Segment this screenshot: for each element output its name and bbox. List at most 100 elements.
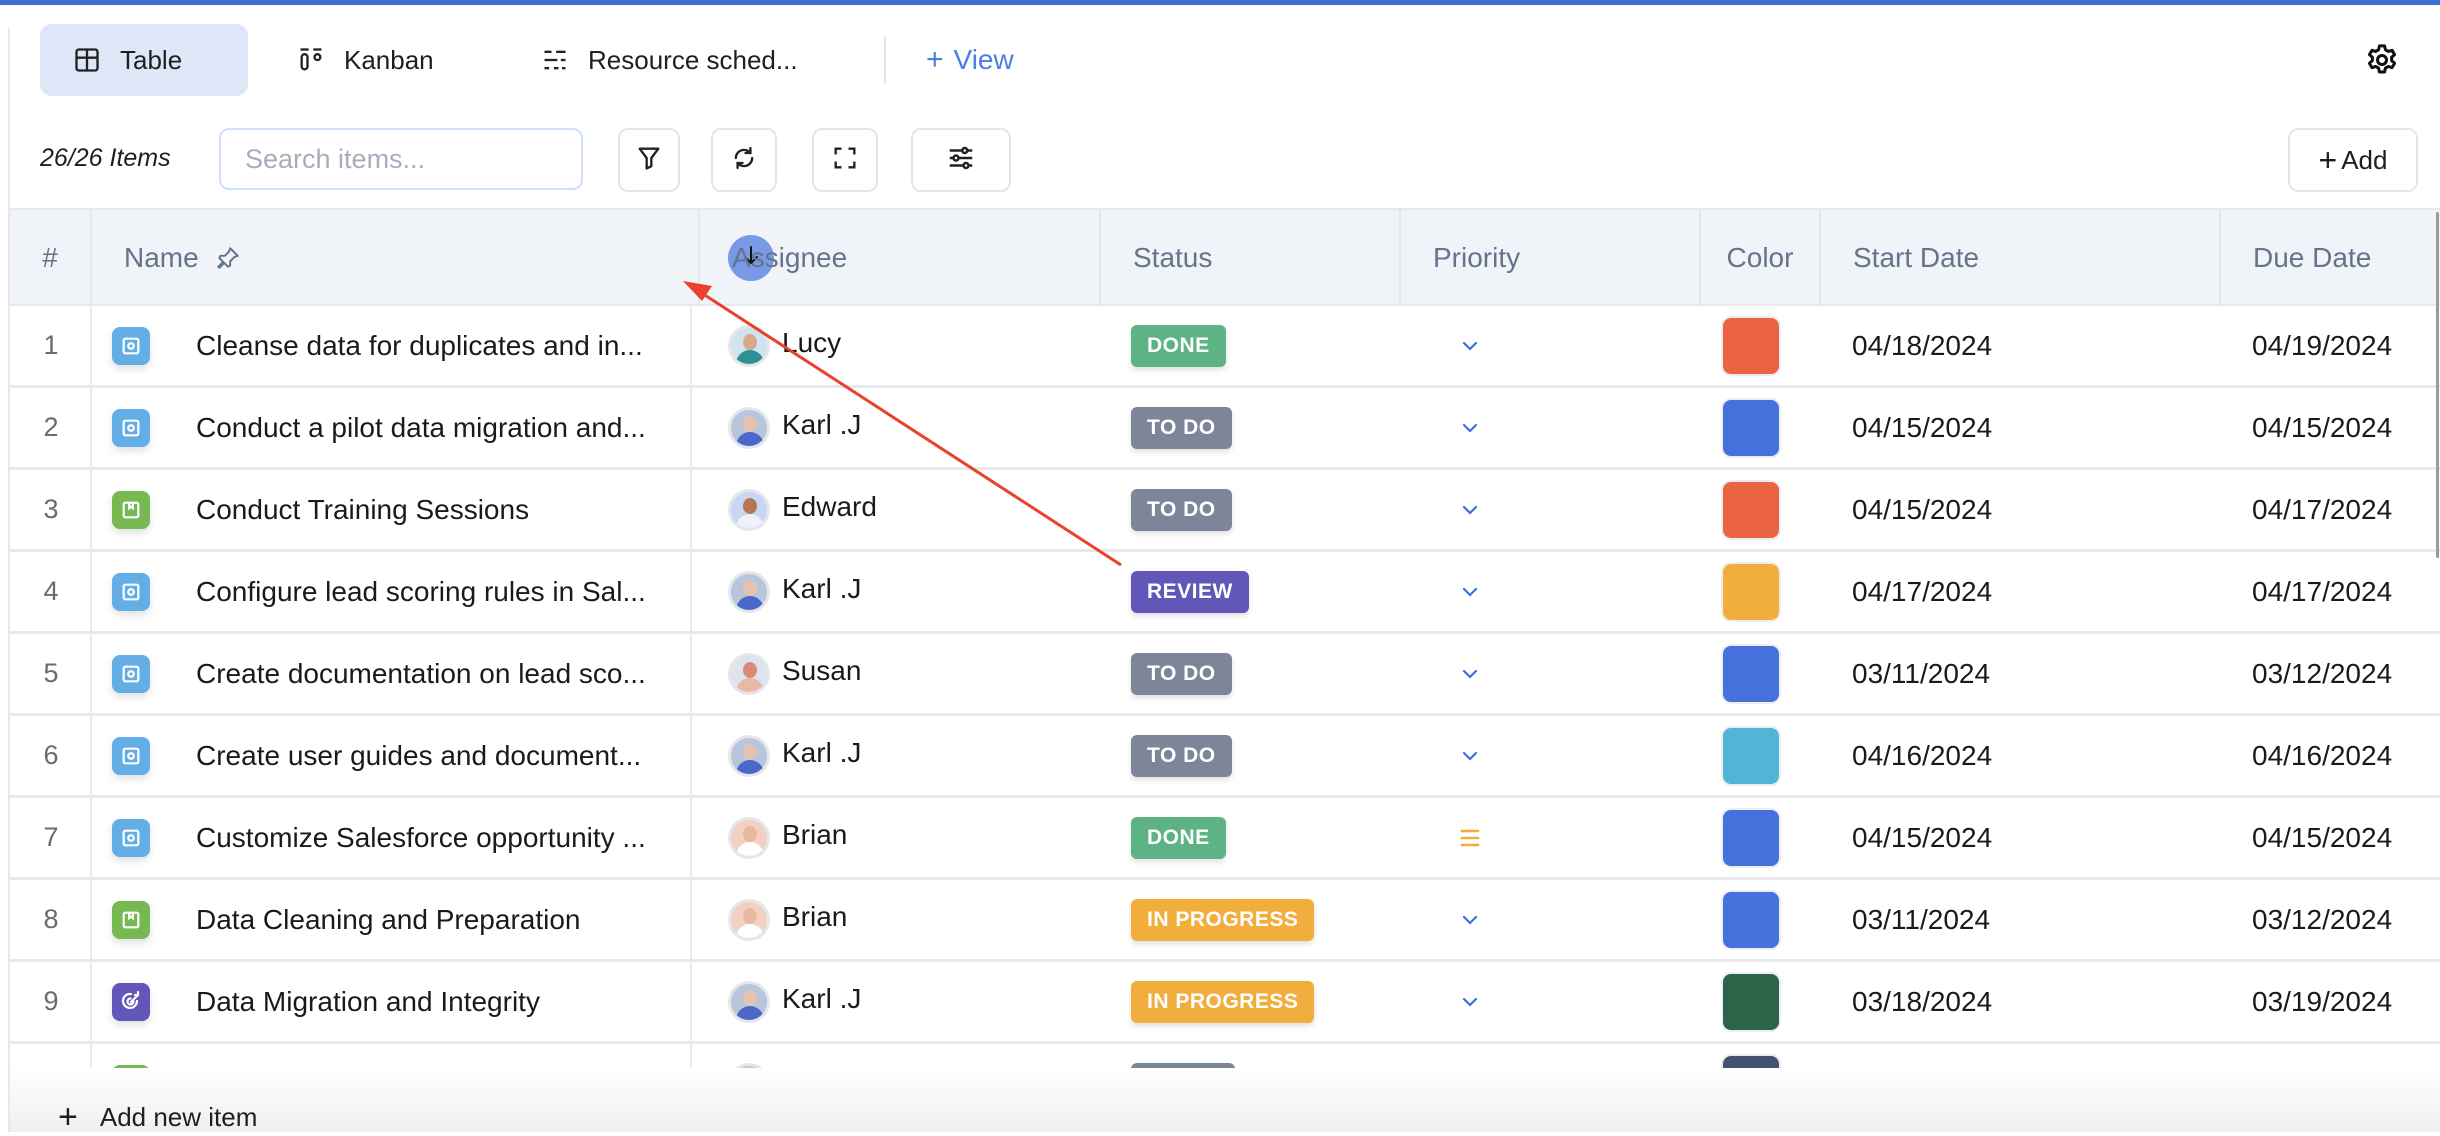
- table-row[interactable]: 9 Data Migration and Integrity Karl .J IN P…: [10, 962, 2440, 1044]
- table-row[interactable]: 2 Conduct a pilot data migration and... Ka…: [10, 388, 2440, 470]
- start-date[interactable]: 04/15/2024: [1852, 470, 2152, 549]
- due-date[interactable]: 03/19/2024: [2252, 962, 2440, 1041]
- filter-button[interactable]: [618, 128, 680, 192]
- color-swatch[interactable]: [1721, 479, 1781, 540]
- priority-cell[interactable]: [1430, 634, 1510, 713]
- item-name-cell[interactable]: Configure lead scoring rules in Sal...: [112, 552, 692, 631]
- add-new-item-button[interactable]: + Add new item: [58, 1100, 257, 1134]
- status-badge[interactable]: TO DO: [1131, 734, 1232, 777]
- assignee-cell[interactable]: Karl .J: [728, 388, 1098, 467]
- table-row[interactable]: 1 Cleanse data for duplicates and in... Lu…: [10, 306, 2440, 388]
- gear-icon[interactable]: [2364, 42, 2400, 78]
- item-name-cell[interactable]: Data Cleaning and Preparation: [112, 880, 692, 959]
- color-swatch[interactable]: [1721, 643, 1781, 704]
- item-name-cell[interactable]: Create documentation on lead sco...: [112, 634, 692, 713]
- column-header-name[interactable]: Name: [92, 210, 774, 306]
- priority-cell[interactable]: [1430, 880, 1510, 959]
- color-swatch[interactable]: [1721, 315, 1781, 376]
- due-date[interactable]: 03/12/2024: [2252, 634, 2440, 713]
- status-badge[interactable]: IN PROGRESS: [1131, 898, 1315, 941]
- due-date[interactable]: 04/15/2024: [2252, 388, 2440, 467]
- due-date[interactable]: 04/17/2024: [2252, 470, 2440, 549]
- status-badge[interactable]: TO DO: [1131, 488, 1232, 531]
- refresh-button[interactable]: [711, 128, 777, 192]
- item-name-cell[interactable]: Conduct Training Sessions: [112, 470, 692, 549]
- column-settings-button[interactable]: [911, 128, 1011, 192]
- priority-cell[interactable]: [1430, 798, 1510, 877]
- column-header-start-date[interactable]: Start Date: [1821, 210, 2221, 306]
- color-cell[interactable]: [1720, 470, 1782, 549]
- column-header-priority[interactable]: Priority: [1401, 210, 1701, 306]
- assignee-cell[interactable]: Brian: [728, 880, 1098, 959]
- priority-cell[interactable]: [1430, 388, 1510, 467]
- tab-kanban[interactable]: Kanban: [248, 24, 488, 96]
- status-badge[interactable]: REVIEW: [1131, 570, 1249, 613]
- color-cell[interactable]: [1720, 552, 1782, 631]
- color-cell[interactable]: [1720, 306, 1782, 385]
- due-date[interactable]: 04/16/2024: [2252, 716, 2440, 795]
- start-date[interactable]: 03/11/2024: [1852, 634, 2152, 713]
- status-cell[interactable]: IN PROGRESS: [1131, 880, 1411, 959]
- due-date[interactable]: 04/17/2024: [2252, 552, 2440, 631]
- table-row[interactable]: 4 Configure lead scoring rules in Sal... K…: [10, 552, 2440, 634]
- item-name-cell[interactable]: Customize Salesforce opportunity ...: [112, 798, 692, 877]
- priority-cell[interactable]: [1430, 470, 1510, 549]
- column-header-assignee[interactable]: Assignee: [700, 210, 1101, 306]
- column-header-color[interactable]: Color: [1701, 210, 1821, 306]
- tab-resource-schedule[interactable]: Resource sched...: [488, 24, 880, 96]
- due-date[interactable]: 04/15/2024: [2252, 798, 2440, 877]
- status-badge[interactable]: TO DO: [1131, 406, 1232, 449]
- start-date[interactable]: 04/15/2024: [1852, 798, 2152, 877]
- due-date[interactable]: 04/19/2024: [2252, 306, 2440, 385]
- status-badge[interactable]: IN PROGRESS: [1131, 980, 1315, 1023]
- status-cell[interactable]: TO DO: [1131, 634, 1411, 713]
- status-cell[interactable]: TO DO: [1131, 470, 1411, 549]
- start-date[interactable]: 04/18/2024: [1852, 306, 2152, 385]
- color-cell[interactable]: [1720, 716, 1782, 795]
- status-cell[interactable]: IN PROGRESS: [1131, 962, 1411, 1041]
- start-date[interactable]: 04/17/2024: [1852, 552, 2152, 631]
- item-name-cell[interactable]: Data Migration and Integrity: [112, 962, 692, 1041]
- status-badge[interactable]: TO DO: [1131, 652, 1232, 695]
- status-cell[interactable]: DONE: [1131, 306, 1411, 385]
- priority-cell[interactable]: [1430, 716, 1510, 795]
- status-cell[interactable]: TO DO: [1131, 388, 1411, 467]
- color-cell[interactable]: [1720, 634, 1782, 713]
- add-button[interactable]: + Add: [2288, 128, 2418, 192]
- item-name-cell[interactable]: Cleanse data for duplicates and in...: [112, 306, 692, 385]
- start-date[interactable]: 04/16/2024: [1852, 716, 2152, 795]
- table-row[interactable]: 8 Data Cleaning and Preparation Brian IN PR…: [10, 880, 2440, 962]
- add-view-button[interactable]: + View: [926, 43, 1014, 77]
- table-row[interactable]: 5 Create documentation on lead sco... Susa…: [10, 634, 2440, 716]
- status-cell[interactable]: TO DO: [1131, 716, 1411, 795]
- table-row[interactable]: 6 Create user guides and document... Karl …: [10, 716, 2440, 798]
- color-swatch[interactable]: [1721, 561, 1781, 622]
- color-swatch[interactable]: [1721, 725, 1781, 786]
- assignee-cell[interactable]: Karl .J: [728, 552, 1098, 631]
- start-date[interactable]: 03/18/2024: [1852, 962, 2152, 1041]
- priority-cell[interactable]: [1430, 552, 1510, 631]
- priority-cell[interactable]: [1430, 306, 1510, 385]
- status-cell[interactable]: DONE: [1131, 798, 1411, 877]
- item-name-cell[interactable]: Create user guides and document...: [112, 716, 692, 795]
- vertical-scrollbar[interactable]: [2436, 212, 2439, 558]
- assignee-cell[interactable]: Brian: [728, 798, 1098, 877]
- column-header-status[interactable]: Status: [1101, 210, 1401, 306]
- column-header-number[interactable]: #: [10, 210, 92, 306]
- fullscreen-button[interactable]: [812, 128, 878, 192]
- priority-cell[interactable]: [1430, 962, 1510, 1041]
- color-cell[interactable]: [1720, 798, 1782, 877]
- table-row[interactable]: 7 Customize Salesforce opportunity ... Bri…: [10, 798, 2440, 880]
- color-cell[interactable]: [1720, 388, 1782, 467]
- color-cell[interactable]: [1720, 880, 1782, 959]
- start-date[interactable]: 03/11/2024: [1852, 880, 2152, 959]
- color-swatch[interactable]: [1721, 971, 1781, 1032]
- assignee-cell[interactable]: Susan: [728, 634, 1098, 713]
- color-swatch[interactable]: [1721, 807, 1781, 868]
- start-date[interactable]: 04/15/2024: [1852, 388, 2152, 467]
- due-date[interactable]: 03/12/2024: [2252, 880, 2440, 959]
- color-swatch[interactable]: [1721, 397, 1781, 458]
- pin-icon[interactable]: [215, 245, 241, 271]
- status-cell[interactable]: REVIEW: [1131, 552, 1411, 631]
- table-row[interactable]: 3 Conduct Training Sessions Edward TO DO 04/…: [10, 470, 2440, 552]
